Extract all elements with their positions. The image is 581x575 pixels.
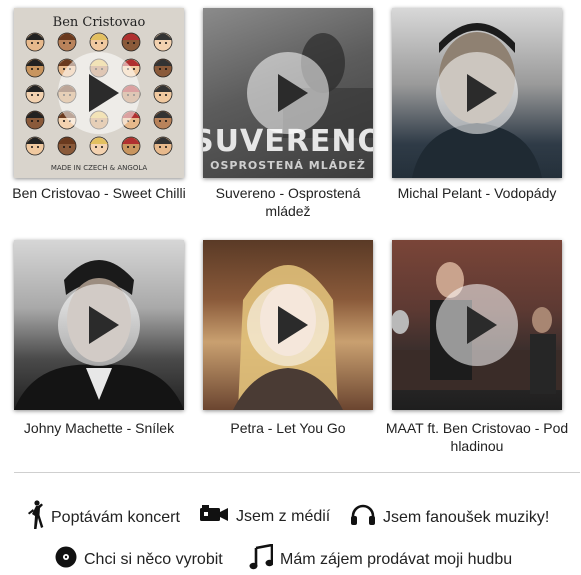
video-title[interactable]: Petra - Let You Go xyxy=(193,419,383,437)
play-icon xyxy=(89,306,119,344)
video-card: Michal Pelant - Vodopády xyxy=(392,8,562,201)
dancer-icon xyxy=(26,500,44,535)
play-button[interactable] xyxy=(436,52,518,134)
video-camera-icon xyxy=(199,504,229,529)
produce-link[interactable]: Chci si něco vyrobit xyxy=(55,546,223,573)
video-thumbnail[interactable]: Ben Cristovao MADE IN CZECH & ANGOLA xyxy=(14,8,184,178)
media-link-label: Jsem z médií xyxy=(236,507,331,525)
play-icon xyxy=(278,74,308,112)
divider xyxy=(14,472,580,473)
produce-link-label: Chci si něco vyrobit xyxy=(84,550,223,568)
sell-link-label: Mám zájem prodávat moji hudbu xyxy=(280,550,513,568)
video-thumbnail[interactable] xyxy=(14,240,184,410)
fan-link[interactable]: Jsem fanoušek muziky! xyxy=(350,504,549,531)
concert-link[interactable]: Poptávám koncert xyxy=(26,500,180,535)
album-art-footer: MADE IN CZECH & ANGOLA xyxy=(51,164,148,172)
play-button[interactable] xyxy=(436,284,518,366)
play-icon xyxy=(278,306,308,344)
media-link[interactable]: Jsem z médií xyxy=(199,504,330,529)
video-card: Johny Machette - Snílek xyxy=(14,240,184,436)
video-card: Ben Cristovao MADE IN CZECH & ANGOLA Ben… xyxy=(12,8,186,201)
concert-link-label: Poptávám koncert xyxy=(51,508,180,526)
sell-link[interactable]: Mám zájem prodávat moji hudbu xyxy=(249,543,513,575)
play-button[interactable] xyxy=(58,284,140,366)
video-thumbnail[interactable] xyxy=(392,240,562,410)
album-art-title: Ben Cristovao xyxy=(53,15,146,30)
play-icon xyxy=(467,74,497,112)
video-thumbnail[interactable]: SUVERENO OSPROSTENÁ MLÁDEŽ xyxy=(203,8,373,178)
music-note-icon xyxy=(249,543,274,575)
video-thumbnail[interactable] xyxy=(203,240,373,410)
video-card: Petra - Let You Go xyxy=(203,240,373,436)
video-title[interactable]: Ben Cristovao - Sweet Chilli xyxy=(4,184,194,202)
video-card: SUVERENO OSPROSTENÁ MLÁDEŽ Suvereno - Os… xyxy=(203,8,373,219)
video-title[interactable]: Michal Pelant - Vodopády xyxy=(382,184,572,202)
video-title[interactable]: Johny Machette - Snílek xyxy=(4,419,194,437)
play-button[interactable] xyxy=(58,52,140,134)
fan-link-label: Jsem fanoušek muziky! xyxy=(383,508,550,526)
album-art-subtitle: OSPROSTENÁ MLÁDEŽ xyxy=(210,159,366,172)
play-button[interactable] xyxy=(247,52,329,134)
play-icon xyxy=(89,74,119,112)
video-card: MAAT ft. Ben Cristovao - Pod hladinou xyxy=(386,240,568,454)
vinyl-icon xyxy=(55,546,77,573)
play-icon xyxy=(467,306,497,344)
video-thumbnail[interactable] xyxy=(392,8,562,178)
headphones-icon xyxy=(350,504,376,531)
video-title[interactable]: MAAT ft. Ben Cristovao - Pod hladinou xyxy=(382,419,572,455)
play-button[interactable] xyxy=(247,284,329,366)
video-title[interactable]: Suvereno - Osprostená mládež xyxy=(193,184,383,220)
